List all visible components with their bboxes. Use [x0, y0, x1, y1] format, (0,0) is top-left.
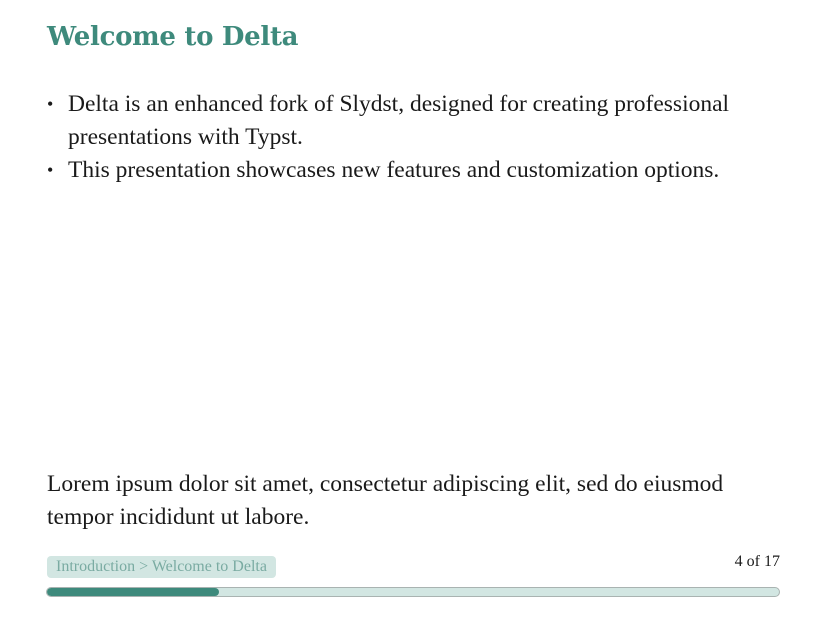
slide-title: Welcome to Delta: [47, 22, 299, 52]
bullet-text: This presentation showcases new features…: [68, 157, 720, 183]
progress-bar-fill: [47, 588, 220, 596]
breadcrumb: Introduction > Welcome to Delta: [47, 556, 276, 578]
progress-bar: [46, 587, 780, 597]
bullet-marker: •: [47, 160, 54, 180]
bullet-item: • This presentation showcases new featur…: [47, 154, 777, 187]
bullet-list: • Delta is an enhanced fork of Slydst, d…: [47, 88, 777, 187]
bullet-text: Delta is an enhanced fork of Slydst, des…: [68, 91, 730, 150]
body-paragraph: Lorem ipsum dolor sit amet, consectetur …: [47, 471, 724, 530]
page-counter: 4 of 17: [734, 553, 780, 570]
bullet-marker: •: [47, 94, 54, 114]
bullet-item: • Delta is an enhanced fork of Slydst, d…: [47, 88, 777, 154]
